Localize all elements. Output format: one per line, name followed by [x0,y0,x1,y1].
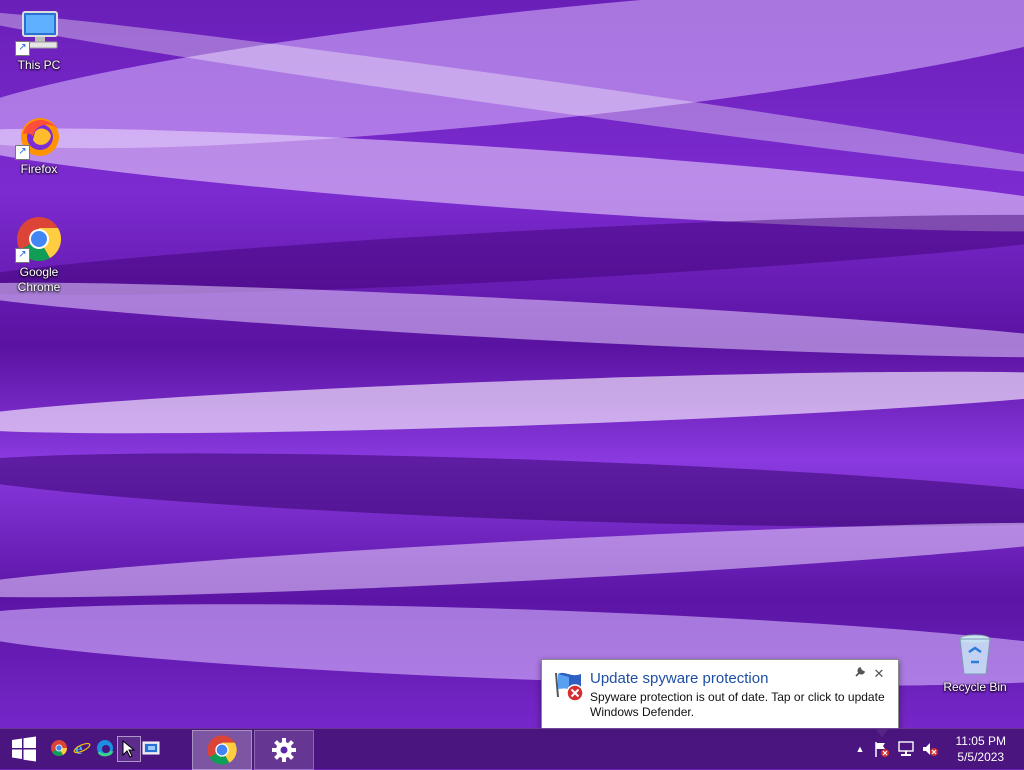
desktop-icon-label: Google Chrome [17,265,61,294]
taskbar: e ▲ 11:05 PM 5/5/2023 [0,728,1024,770]
computer-icon: ↗ [15,8,63,56]
chrome-icon [51,740,68,757]
gear-icon [272,738,296,762]
wrench-icon[interactable] [852,666,868,681]
close-button[interactable]: ✕ [871,666,887,682]
quick-launch-chrome[interactable] [48,736,70,760]
recycle-bin-icon [951,630,999,678]
chrome-icon: ↗ [15,215,63,263]
firefox-icon: ↗ [15,112,63,160]
tray-overflow-button[interactable]: ▲ [851,740,869,758]
show-desktop-cursor-icon [122,740,136,758]
volume-muted-icon[interactable] [921,740,939,758]
start-button[interactable] [0,729,48,769]
desktop-icon-label: This PC [17,58,61,72]
desktop-icon-this-pc[interactable]: ↗ This PC [1,8,77,73]
remote-desktop-icon [142,741,160,755]
quick-launch-edge[interactable] [94,736,116,760]
desktop-icon-recycle-bin[interactable]: Recycle Bin [937,630,1013,695]
quick-launch-internet-explorer[interactable]: e [71,736,93,760]
desktop-icon-firefox[interactable]: ↗ Firefox [1,112,77,177]
chrome-icon [207,735,237,765]
windows-logo-icon [12,736,36,762]
network-icon[interactable] [897,740,915,758]
quick-launch-remote-desktop[interactable] [140,736,162,760]
taskbar-app-google-chrome[interactable] [192,730,252,770]
internet-explorer-icon: e [73,739,91,757]
notification-toast[interactable]: Update spyware protection Spyware protec… [541,659,899,730]
desktop-icon-label: Firefox [20,162,58,176]
taskbar-app-settings[interactable] [254,730,314,770]
quick-launch-cursor[interactable] [117,736,141,762]
taskbar-clock[interactable]: 11:05 PM 5/5/2023 [956,733,1006,765]
notification-title: Update spyware protection [590,670,769,687]
clock-time: 11:05 PM [955,734,1006,748]
edge-icon [97,740,114,757]
desktop-icon-google-chrome[interactable]: ↗ Google Chrome [1,215,77,295]
windows-defender-error-icon [553,669,587,703]
desktop-icon-label: Recycle Bin [943,680,1007,694]
notification-body: Spyware protection is out of date. Tap o… [590,690,885,719]
action-center-flag-icon[interactable] [873,740,891,758]
clock-date: 5/5/2023 [957,750,1005,764]
